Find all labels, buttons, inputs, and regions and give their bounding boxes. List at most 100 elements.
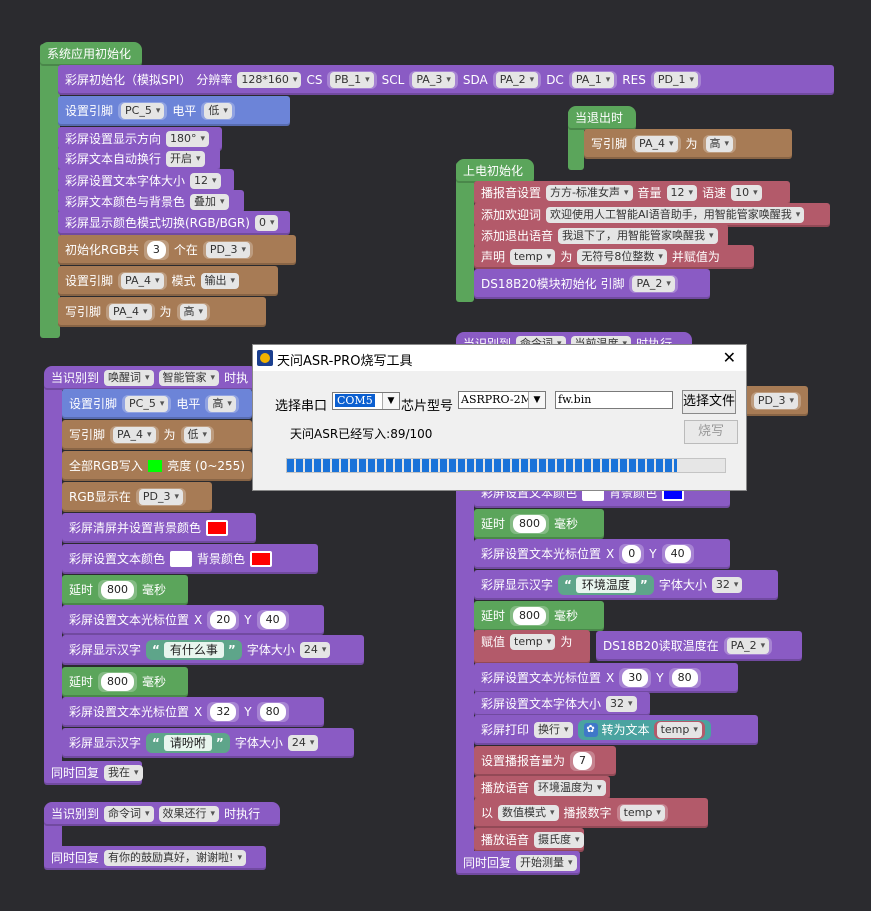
play1-text-input[interactable]: 环境温度为	[534, 780, 606, 796]
declare-block[interactable]: 声明 temp 为 无符号8位整数 并赋值为	[474, 245, 754, 269]
declare-type-dropdown[interactable]: 无符号8位整数	[577, 249, 667, 265]
init-write-pin-block[interactable]: 写引脚 PA_4 为 高	[58, 297, 266, 327]
dialog-titlebar[interactable]: 天问ASR-PRO烧写工具 ✕	[253, 345, 746, 371]
rgb-all-block[interactable]: 全部RGB写入 亮度 (0~255)	[62, 451, 252, 481]
voice-setting-block[interactable]: 播报音设置 方方-标准女声 音量 12 语速 10	[474, 181, 790, 205]
pin-mode-pin-dropdown[interactable]: PA_4	[121, 273, 164, 289]
cursor1-y-input[interactable]: 40	[259, 611, 286, 629]
resolution-dropdown[interactable]: 128*160	[237, 72, 302, 88]
rgb-pin-dropdown[interactable]: PD_3	[205, 242, 251, 258]
chevron-down-icon[interactable]: ▼	[382, 393, 399, 409]
cmd2-font-size-dropdown[interactable]: 32	[606, 696, 637, 712]
cmd2-delay2-input[interactable]: 800	[513, 607, 547, 625]
rgb-count-input[interactable]: 3	[146, 241, 166, 259]
cmd2-text1-size-dropdown[interactable]: 32	[711, 577, 743, 593]
cursor1-x-input[interactable]: 20	[210, 611, 237, 629]
play-number-var-dropdown[interactable]: temp	[619, 805, 665, 821]
wake-cursor2-block[interactable]: 彩屏设置文本光标位置 X 32 Y 80	[62, 697, 324, 727]
volume-dropdown[interactable]: 12	[666, 185, 698, 201]
text2-size-dropdown[interactable]: 24	[287, 735, 319, 751]
firmware-file-input[interactable]: fw.bin	[555, 391, 673, 409]
cmd2-text1-string[interactable]: “环境温度”	[558, 575, 654, 595]
rgb-init-block[interactable]: 初始化RGB共 3 个在 PD_3	[58, 235, 296, 265]
wake-write-pin-block[interactable]: 写引脚 PA_4 为 低	[62, 420, 252, 450]
level-dropdown[interactable]: 低	[204, 103, 232, 119]
cmd2-text1-input[interactable]: 环境温度	[575, 577, 636, 593]
cmd1-hat-block[interactable]: 当识别到 命令词 效果还行 时执行	[44, 802, 280, 826]
screen-init-block[interactable]: 彩屏初始化（模拟SPI） 分辨率 128*160 CS PB_1 SCL PA_…	[58, 65, 834, 95]
wake-set-pin-block[interactable]: 设置引脚 PC_5 电平 高	[62, 389, 252, 419]
close-icon[interactable]: ✕	[723, 348, 736, 367]
cmd2-assign-block[interactable]: 赋值 temp 为	[474, 630, 590, 664]
res-pin-dropdown[interactable]: PD_1	[653, 72, 698, 88]
wake-set-pin-dropdown[interactable]: PC_5	[125, 396, 169, 412]
print-var-dropdown[interactable]: temp	[656, 722, 702, 738]
cmd1-word-dropdown[interactable]: 效果还行	[158, 806, 220, 822]
write-pin-dropdown[interactable]: PA_4	[109, 304, 152, 320]
wake-reply-block[interactable]: 同时回复 我在	[44, 761, 143, 785]
ds18b20-init-block[interactable]: DS18B20模块初始化 引脚 PA_2	[474, 269, 710, 299]
cmd2-font-size-block[interactable]: 彩屏设置文本字体大小 32	[474, 692, 650, 716]
write-value-dropdown[interactable]: 高	[179, 304, 208, 320]
wake-write-pin-dropdown[interactable]: PA_4	[113, 427, 156, 443]
pin-mode-block[interactable]: 设置引脚 PA_4 模式 输出	[58, 266, 278, 296]
wake-delay2-block[interactable]: 延时 800 毫秒	[62, 667, 188, 697]
cmd1-reply-block[interactable]: 同时回复 有你的鼓励真好，谢谢啦!	[44, 846, 266, 870]
play2-block[interactable]: 播放语音 摄氏度	[474, 828, 584, 852]
burn-button[interactable]: 烧写	[684, 420, 738, 444]
ds18b20-read-block[interactable]: DS18B20读取温度在 PA_2	[596, 631, 802, 661]
scl-pin-dropdown[interactable]: PA_3	[412, 72, 455, 88]
play-number-block[interactable]: 以 数值模式 播报数字 temp	[474, 798, 708, 828]
wake-text-color-block[interactable]: 彩屏设置文本颜色 背景颜色	[62, 544, 318, 574]
print-block[interactable]: 彩屏打印 换行 ✿ 转为文本 temp	[474, 715, 758, 745]
cmd2-pd3-dropdown[interactable]: PD_3	[753, 393, 798, 409]
cmd2-cursor1-y-input[interactable]: 40	[664, 545, 691, 563]
init-hat-block[interactable]: 系统应用初始化	[40, 42, 142, 66]
font-size-dropdown[interactable]: 12	[190, 173, 221, 189]
cmd2-text1-block[interactable]: 彩屏显示汉字 “环境温度” 字体大小 32	[474, 570, 778, 600]
sda-pin-dropdown[interactable]: PA_2	[495, 72, 539, 88]
wake-type-dropdown[interactable]: 唤醒词	[104, 370, 154, 386]
color-mode-block[interactable]: 彩屏显示颜色模式切换(RGB/BGR) 0	[58, 211, 290, 235]
wake-bg-color-swatch[interactable]	[250, 551, 273, 567]
port-select[interactable]: COM5 ▼	[332, 392, 400, 410]
wrap-block[interactable]: 彩屏文本自动换行 开启	[58, 147, 220, 171]
cmd2-reply-block[interactable]: 同时回复 开始测量	[456, 851, 580, 875]
wake-text-color-swatch[interactable]	[170, 551, 193, 567]
exit-hat-block[interactable]: 当退出时	[568, 106, 636, 130]
speed-dropdown[interactable]: 10	[731, 185, 762, 201]
welcome-text-input[interactable]: 欢迎使用人工智能AI语音助手，用智能管家唤醒我	[546, 207, 805, 223]
clear-bg-color-swatch[interactable]	[206, 520, 229, 536]
mode-dropdown[interactable]: 输出	[200, 273, 240, 289]
chevron-down-icon[interactable]: ▼	[528, 392, 545, 408]
ds18b20-pin-dropdown[interactable]: PA_2	[632, 276, 675, 292]
wake-text1-block[interactable]: 彩屏显示汉字 “有什么事” 字体大小 24	[62, 635, 364, 665]
cmd2-assign-var-dropdown[interactable]: temp	[510, 634, 556, 650]
to-text-block[interactable]: ✿ 转为文本 temp	[577, 720, 711, 740]
wake-cursor1-block[interactable]: 彩屏设置文本光标位置 X 20 Y 40	[62, 605, 324, 635]
text-color-dropdown[interactable]: 叠加	[190, 194, 229, 210]
cmd2-reply-input[interactable]: 开始测量	[516, 855, 577, 871]
text1-string[interactable]: “有什么事”	[146, 640, 242, 660]
print-mode-dropdown[interactable]: 换行	[534, 722, 573, 738]
exit-value-dropdown[interactable]: 高	[705, 136, 734, 152]
rgb-show-pin-dropdown[interactable]: PD_3	[138, 489, 184, 505]
wake-delay1-block[interactable]: 延时 800 毫秒	[62, 575, 188, 605]
ds18b20-read-pin-dropdown[interactable]: PA_2	[726, 638, 770, 654]
wrap-dropdown[interactable]: 开启	[166, 151, 205, 167]
declare-var-dropdown[interactable]: temp	[510, 249, 556, 265]
color-mode-dropdown[interactable]: 0	[254, 215, 279, 231]
power-hat-block[interactable]: 上电初始化	[456, 159, 534, 183]
dc-pin-dropdown[interactable]: PA_1	[571, 72, 615, 88]
cmd2-cursor2-x-input[interactable]: 30	[622, 669, 649, 687]
cmd1-type-dropdown[interactable]: 命令词	[104, 806, 154, 822]
text1-input[interactable]: 有什么事	[163, 642, 224, 658]
gear-icon[interactable]: ✿	[583, 723, 598, 737]
delay2-input[interactable]: 800	[101, 673, 135, 691]
cmd2-delay1-block[interactable]: 延时 800 毫秒	[474, 509, 604, 539]
init-set-pin-block[interactable]: 设置引脚 PC_5 电平 低	[58, 96, 290, 126]
text1-size-dropdown[interactable]: 24	[299, 642, 331, 658]
wake-write-value-dropdown[interactable]: 低	[183, 427, 212, 443]
direction-dropdown[interactable]: 180°	[166, 131, 210, 147]
cmd2-cursor2-y-input[interactable]: 80	[671, 669, 698, 687]
